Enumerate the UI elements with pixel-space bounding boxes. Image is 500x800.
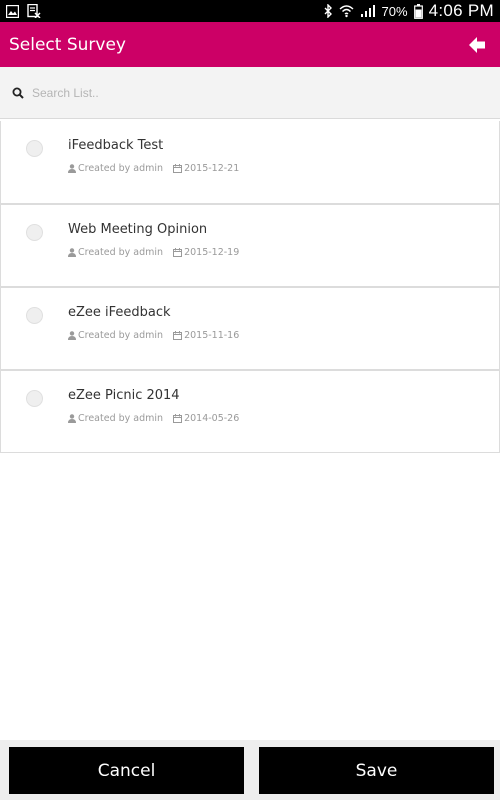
page-title: Select Survey [9,34,126,55]
wifi-icon [339,4,354,18]
survey-radio[interactable] [26,307,43,324]
survey-creator: Created by admin [78,247,164,258]
survey-meta: Created by admin 2015-11-16 [68,330,239,341]
survey-radio[interactable] [26,140,43,157]
survey-title: Web Meeting Opinion [68,222,208,237]
survey-title: iFeedback Test [68,138,164,153]
user-icon [68,331,76,340]
survey-meta: Created by admin 2014-05-26 [68,413,239,424]
survey-list: iFeedback Test Created by admin 2015-12-… [0,121,500,453]
save-button[interactable]: Save [259,747,494,794]
search-input[interactable] [32,85,472,100]
user-icon [68,164,76,173]
list-item[interactable]: eZee iFeedback Created by admin 2015-11-… [0,287,500,370]
status-bar: 70% 4:06 PM [0,0,500,22]
survey-date: 2015-11-16 [184,330,240,341]
cancel-button[interactable]: Cancel [9,747,244,794]
calendar-icon [173,248,183,257]
search-icon [12,87,24,99]
survey-meta: Created by admin 2015-12-21 [68,163,239,174]
survey-radio[interactable] [26,224,43,241]
bottom-action-bar: Cancel Save [0,740,500,800]
back-button[interactable] [462,30,492,60]
survey-date: 2014-05-26 [184,413,240,424]
survey-date: 2015-12-19 [184,247,240,258]
image-icon [6,4,19,18]
survey-title: eZee iFeedback [68,305,171,320]
status-time: 4:06 PM [428,1,494,20]
arrow-left-icon [467,35,487,55]
list-item[interactable]: eZee Picnic 2014 Created by admin 2014-0… [0,370,500,453]
battery-icon [413,3,423,19]
user-icon [68,248,76,257]
date-group: 2014-05-26 [173,413,239,424]
calendar-icon [173,414,183,423]
list-item[interactable]: iFeedback Test Created by admin 2015-12-… [0,121,500,204]
survey-date: 2015-12-21 [184,163,240,174]
survey-creator: Created by admin [78,330,164,341]
survey-title: eZee Picnic 2014 [68,388,180,403]
search-bar [0,67,500,119]
survey-radio[interactable] [26,390,43,407]
list-item[interactable]: Web Meeting Opinion Created by admin 201… [0,204,500,287]
app-bar: Select Survey [0,22,500,67]
user-icon [68,414,76,423]
creator-group: Created by admin [68,330,163,341]
document-x-icon [27,4,41,18]
creator-group: Created by admin [68,247,163,258]
creator-group: Created by admin [68,413,163,424]
bluetooth-icon [323,4,333,18]
status-left [6,4,41,18]
calendar-icon [173,164,183,173]
signal-icon [360,4,376,18]
status-right: 70% 4:06 PM [323,1,494,21]
survey-meta: Created by admin 2015-12-19 [68,247,239,258]
survey-creator: Created by admin [78,413,164,424]
creator-group: Created by admin [68,163,163,174]
date-group: 2015-12-19 [173,247,239,258]
calendar-icon [173,331,183,340]
date-group: 2015-12-21 [173,163,239,174]
battery-percent: 70% [381,3,408,19]
date-group: 2015-11-16 [173,330,239,341]
survey-creator: Created by admin [78,163,164,174]
